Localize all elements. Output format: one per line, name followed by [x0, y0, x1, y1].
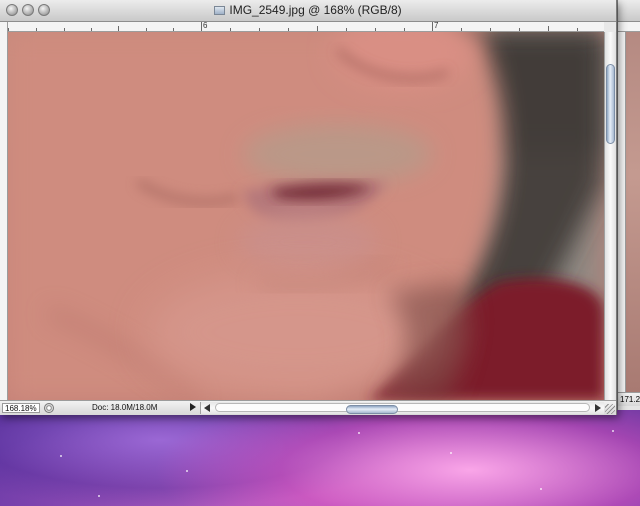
ruler-tick [173, 28, 174, 31]
status-menu-arrow-icon[interactable] [190, 403, 196, 411]
ruler-tick [118, 26, 119, 31]
wallpaper-star [186, 470, 188, 472]
wallpaper-star [358, 432, 360, 434]
ruler-tick [36, 28, 37, 31]
vertical-scroll-thumb[interactable] [606, 64, 615, 144]
ruler-tick [519, 28, 520, 31]
vertical-scrollbar[interactable] [604, 32, 616, 400]
window-resize-grip[interactable] [605, 404, 615, 414]
ruler-tick [461, 28, 462, 31]
wallpaper-star [98, 495, 100, 497]
vertical-ruler[interactable] [0, 22, 8, 400]
wallpaper-star [60, 455, 62, 457]
ruler-tick [317, 26, 318, 31]
window-title: IMG_2549.jpg @ 168% (RGB/8) [229, 3, 402, 17]
zoom-level-field[interactable]: 168.18% [2, 403, 40, 413]
ruler-tick [230, 28, 231, 31]
background-window-zoom[interactable]: 171.2 [618, 392, 640, 406]
background-document-window[interactable]: 171.2 [617, 0, 640, 410]
face-photo [8, 32, 604, 400]
ruler-tick [375, 28, 376, 31]
wallpaper-star [612, 430, 614, 432]
ruler-tick [146, 28, 147, 31]
horizontal-scroll-thumb[interactable] [346, 405, 398, 414]
ruler-tick [490, 28, 491, 31]
horizontal-ruler[interactable]: 6 7 [0, 22, 604, 32]
window-titlebar[interactable]: IMG_2549.jpg @ 168% (RGB/8) [0, 0, 616, 22]
ruler-tick [91, 28, 92, 31]
ruler-tick [432, 22, 433, 31]
horizontal-scrollbar[interactable] [200, 402, 604, 414]
background-window-titlebar[interactable] [618, 0, 640, 22]
ruler-label: 6 [203, 22, 208, 30]
background-window-canvas[interactable] [626, 32, 640, 392]
background-window-vertical-ruler [618, 32, 626, 392]
ruler-tick [259, 28, 260, 31]
wallpaper-star [450, 452, 452, 454]
ruler-tick [548, 26, 549, 31]
scroll-right-arrow-icon[interactable] [595, 404, 601, 412]
version-cue-icon[interactable] [44, 403, 54, 413]
ruler-label: 7 [434, 22, 439, 30]
ruler-tick [288, 28, 289, 31]
ruler-tick [577, 28, 578, 31]
window-title-area: IMG_2549.jpg @ 168% (RGB/8) [0, 3, 616, 17]
ruler-tick [64, 28, 65, 31]
document-proxy-icon[interactable] [214, 6, 226, 15]
ruler-tick [201, 22, 202, 31]
image-canvas[interactable] [8, 32, 604, 400]
horizontal-scroll-track[interactable] [215, 403, 590, 414]
scroll-left-arrow-icon[interactable] [204, 404, 210, 412]
ruler-tick [346, 28, 347, 31]
background-window-ruler [618, 22, 640, 32]
document-window[interactable]: IMG_2549.jpg @ 168% (RGB/8) 6 7 168.18% … [0, 0, 617, 415]
status-bar: 168.18% Doc: 18.0M/18.0M [0, 400, 616, 415]
wallpaper-star [540, 488, 542, 490]
document-size-info[interactable]: Doc: 18.0M/18.0M [92, 403, 157, 413]
ruler-tick [8, 28, 9, 31]
ruler-tick [404, 28, 405, 31]
